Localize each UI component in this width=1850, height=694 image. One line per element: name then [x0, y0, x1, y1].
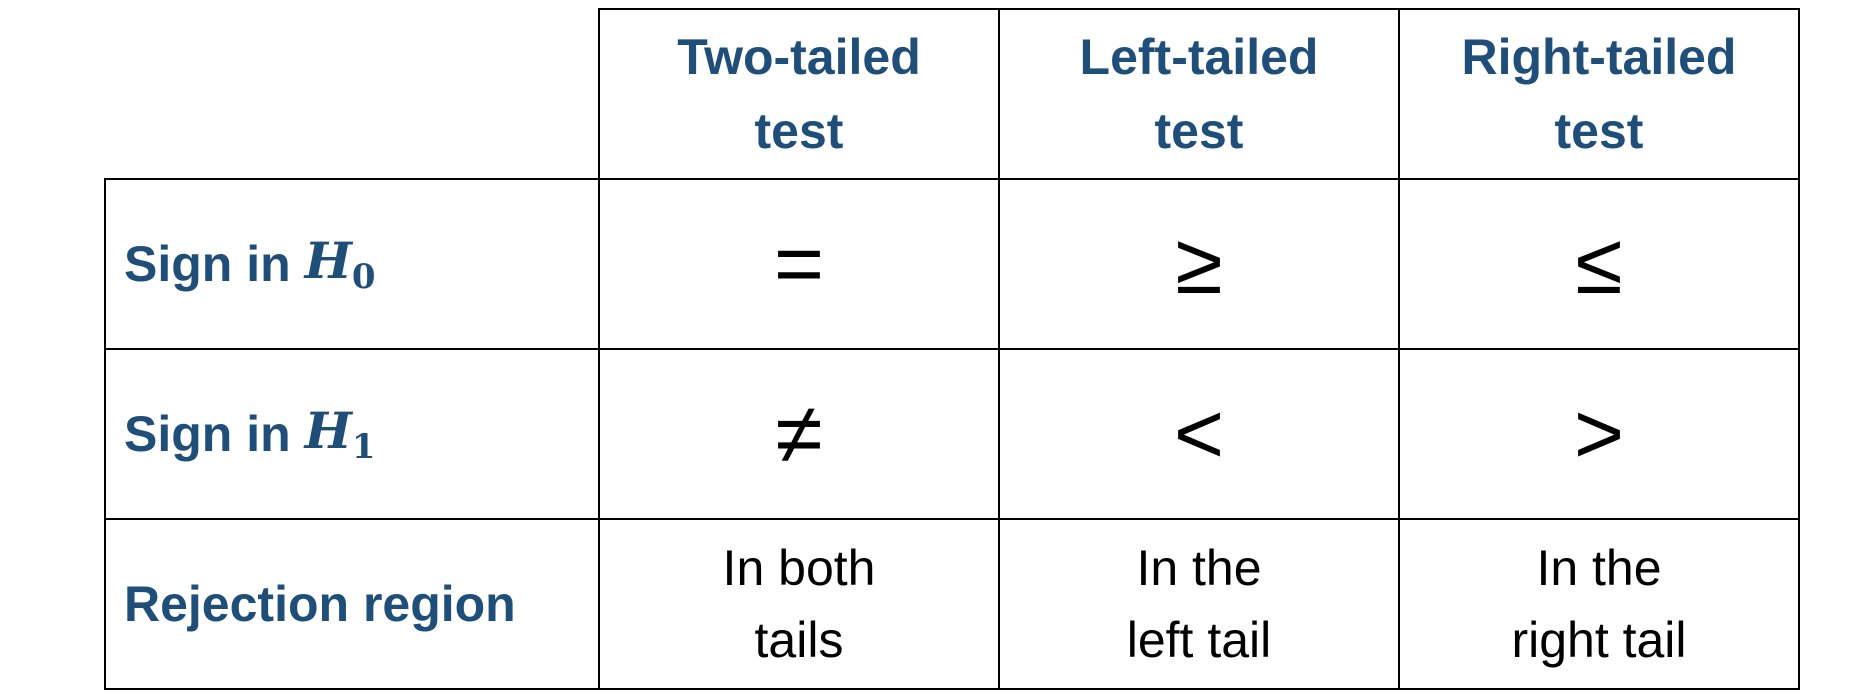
column-header-two-tailed: Two-tailed test	[598, 8, 1000, 180]
column-header-two-tailed-line2: test	[754, 103, 844, 159]
column-header-right-tailed-line1: Right-tailed	[1461, 29, 1737, 85]
cell-rejection-left-tailed-line2: left tail	[1126, 612, 1272, 668]
column-header-two-tailed-line1: Two-tailed	[677, 29, 921, 85]
hypothesis-test-table: Two-tailed test Left-tailed test Right-t…	[0, 0, 1850, 694]
column-header-left-tailed: Left-tailed test	[998, 8, 1400, 180]
cell-h0-two-tailed: =	[598, 178, 1000, 350]
column-header-right-tailed-line2: test	[1554, 103, 1644, 159]
row-label-sign-h0: Sign in H0	[104, 178, 600, 350]
row-label-rejection-region: Rejection region	[104, 518, 600, 690]
cell-rejection-two-tailed-line1: In both	[722, 540, 876, 596]
row-label-sign-h0-text: Sign in	[124, 236, 291, 292]
column-header-right-tailed: Right-tailed test	[1398, 8, 1800, 180]
row-label-sign-h1: Sign in H1	[104, 348, 600, 520]
cell-rejection-left-tailed: In the left tail	[998, 518, 1400, 690]
cell-h1-left-tailed: <	[998, 348, 1400, 520]
cell-rejection-right-tailed-line2: right tail	[1511, 612, 1687, 668]
row-label-sign-h0-math: H0	[304, 231, 376, 297]
cell-h0-right-tailed: ≤	[1398, 178, 1800, 350]
cell-rejection-right-tailed-line1: In the	[1536, 540, 1662, 596]
row-label-sign-h1-math: H1	[304, 401, 376, 467]
cell-h1-two-tailed: ≠	[598, 348, 1000, 520]
cell-rejection-right-tailed: In the right tail	[1398, 518, 1800, 690]
cell-rejection-left-tailed-line1: In the	[1136, 540, 1262, 596]
cell-h1-right-tailed: >	[1398, 348, 1800, 520]
cell-rejection-two-tailed-line2: tails	[754, 612, 844, 668]
row-label-sign-h1-text: Sign in	[124, 406, 291, 462]
column-header-left-tailed-line2: test	[1154, 103, 1244, 159]
column-header-left-tailed-line1: Left-tailed	[1079, 29, 1319, 85]
cell-h0-left-tailed: ≥	[998, 178, 1400, 350]
cell-rejection-two-tailed: In both tails	[598, 518, 1000, 690]
